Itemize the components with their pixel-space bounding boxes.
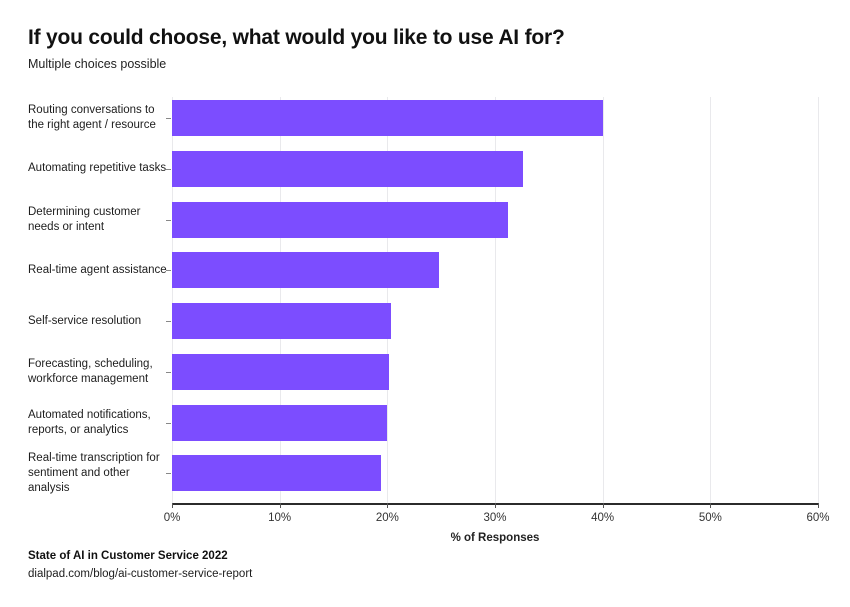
- category-label-text: Automated notifications, reports, or ana…: [28, 408, 151, 436]
- category-label-text: Routing conversations to the right agent…: [28, 104, 156, 131]
- chart-footer: State of AI in Customer Service 2022 dia…: [28, 549, 628, 582]
- x-tick-mark: [279, 503, 281, 508]
- category-label-text: Real-time agent assistance: [28, 263, 167, 276]
- source-url: dialpad.com/blog/ai-customer-service-rep…: [28, 567, 253, 580]
- x-tick-mark: [495, 503, 496, 508]
- x-tick-label: 60%: [806, 512, 830, 524]
- category-label-text: Automating repetitive tasks: [28, 162, 167, 175]
- category-label: Determining customer needs or intent: [28, 202, 168, 238]
- bar: [172, 201, 508, 238]
- x-axis-title: % of Responses: [450, 532, 540, 544]
- category-label: Automated notifications, reports, or ana…: [28, 405, 168, 441]
- category-label-text: Determining customer needs or intent: [28, 205, 141, 233]
- category-label-text: Real-time transcription for sentiment an…: [28, 452, 160, 494]
- gridline-50%: [710, 97, 712, 503]
- category-label: Forecasting, scheduling, workforce manag…: [28, 354, 168, 390]
- gridline-40%: [602, 97, 604, 503]
- chart-subtitle: Multiple choices possible: [28, 57, 167, 72]
- gridline-60%: [818, 97, 819, 503]
- x-tick-mark: [602, 503, 604, 508]
- x-tick-mark: [172, 503, 173, 508]
- bar: [172, 303, 391, 339]
- page-title: If you could choose, what would you like…: [28, 26, 565, 49]
- x-tick-label: 50%: [698, 512, 722, 524]
- bar: [172, 150, 523, 187]
- x-tick-mark: [818, 503, 819, 508]
- x-tick-label: 20%: [375, 512, 399, 524]
- x-tick-mark: [387, 503, 389, 508]
- category-label-text: Self-service resolution: [28, 314, 142, 327]
- category-label: Automating repetitive tasks: [28, 151, 168, 187]
- bar: [172, 100, 603, 136]
- category-label: Self-service resolution: [28, 303, 168, 339]
- bar: [172, 353, 390, 390]
- chart-header: If you could choose, what would you like…: [28, 26, 818, 72]
- bar: [172, 455, 381, 492]
- bar: [172, 252, 439, 289]
- bar-chart: Routing conversations to the right agent…: [0, 88, 850, 544]
- x-tick-label: 40%: [591, 512, 615, 524]
- x-tick-label: 10%: [268, 512, 292, 524]
- category-label: Real-time transcription for sentiment an…: [28, 452, 168, 493]
- category-label: Real-time agent assistance: [28, 252, 168, 288]
- x-tick-mark: [710, 503, 712, 508]
- category-label-text: Forecasting, scheduling, workforce manag…: [28, 358, 153, 385]
- bar: [172, 404, 388, 441]
- x-tick-label: 30%: [483, 512, 507, 524]
- source-title: State of AI in Customer Service 2022: [28, 550, 228, 562]
- category-label: Routing conversations to the right agent…: [28, 100, 168, 136]
- x-tick-label: 0%: [163, 512, 181, 524]
